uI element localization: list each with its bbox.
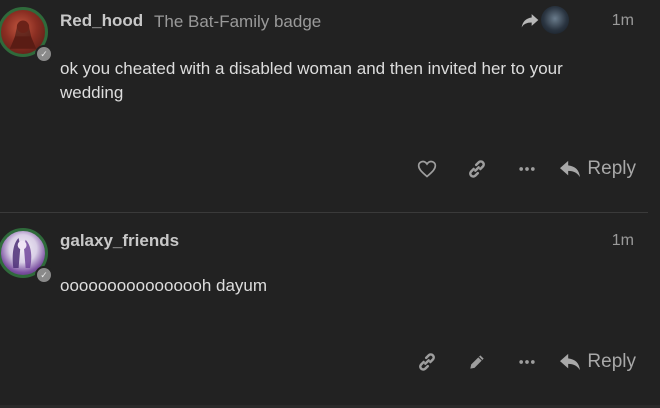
checkmark-icon: ✓ (35, 45, 53, 63)
heart-icon (418, 160, 437, 178)
username[interactable]: galaxy_friends (60, 231, 179, 251)
post-time[interactable]: 1m (612, 12, 634, 30)
post-actions: Reply (397, 347, 636, 377)
link-icon (419, 353, 436, 371)
username[interactable]: Red_hood (60, 11, 143, 31)
post-content: oooooooooooooooh dayum (60, 276, 268, 295)
user-badge-title[interactable]: The Bat-Family badge (154, 12, 321, 32)
like-button[interactable] (407, 154, 447, 184)
ellipsis-icon (519, 167, 536, 171)
more-options-button[interactable] (507, 154, 547, 184)
reply-icon (560, 160, 581, 178)
edit-button[interactable] (457, 347, 497, 377)
reply-button[interactable]: Reply (559, 154, 636, 184)
pencil-icon (470, 355, 485, 369)
more-options-button[interactable] (507, 347, 547, 377)
reply-label: Reply (587, 351, 636, 372)
ellipsis-icon (519, 360, 536, 364)
post: ✓ Red_hood The Bat-Family badge 1m ok yo… (0, 0, 660, 214)
post-divider (0, 212, 648, 213)
link-icon (469, 160, 486, 178)
reply-to-indicator[interactable] (520, 6, 569, 34)
copy-link-button[interactable] (407, 347, 447, 377)
post: ✓ galaxy_friends 1m oooooooooooooooh day… (0, 214, 660, 408)
reply-arrow-icon (520, 10, 540, 30)
post-actions: Reply (397, 154, 636, 184)
reply-label: Reply (587, 158, 636, 179)
post-time[interactable]: 1m (612, 232, 634, 250)
post-content: ok you cheated with a disabled woman and… (60, 59, 563, 102)
checkmark-icon: ✓ (35, 266, 53, 284)
reply-button[interactable]: Reply (559, 347, 636, 377)
reply-to-avatar[interactable] (541, 6, 569, 34)
copy-link-button[interactable] (457, 154, 497, 184)
reply-icon (560, 353, 581, 371)
